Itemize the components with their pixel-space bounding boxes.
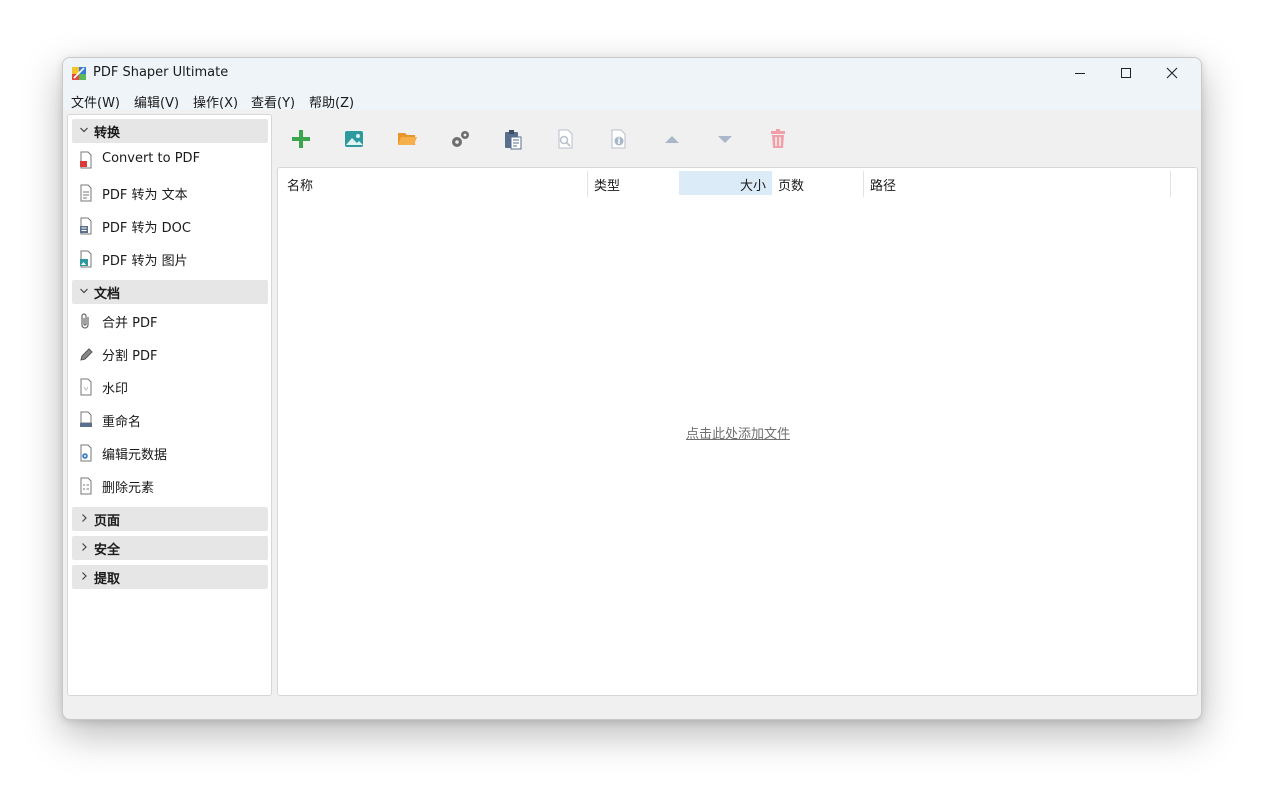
column-header-path[interactable]: 路径 [870,171,1170,195]
move-up-button[interactable] [659,126,685,152]
group-header-convert[interactable]: 转换 [72,119,268,143]
group-label: 提取 [94,572,121,587]
column-separator[interactable] [1170,171,1171,197]
maximize-icon [1121,68,1131,78]
add-icon [292,130,310,148]
app-window: PDF Shaper Ultimate 文件(W) 编辑(V) 操作(X) 查看… [62,57,1202,720]
group-header-security[interactable]: 安全 [72,536,268,560]
menu-actions[interactable]: 操作(X) [193,92,238,111]
group-label: 页面 [94,514,121,529]
preview-button[interactable] [553,126,579,152]
window-title: PDF Shaper Ultimate [93,65,229,80]
app-logo-icon [72,67,86,80]
watermark-file-icon [80,378,92,396]
open-folder-button[interactable] [394,126,420,152]
paperclip-icon [81,313,89,329]
move-down-button[interactable] [712,126,738,152]
minimize-icon [1075,73,1085,74]
sidebar-item-label: 分割 PDF [102,349,158,364]
chevron-right-icon [82,514,87,522]
add-image-icon [345,131,363,147]
close-icon [1166,67,1178,79]
group-header-document[interactable]: 文档 [72,280,268,304]
sidebar-item-convert-to-pdf[interactable]: Convert to PDF [76,147,266,173]
sidebar-item-label: 水印 [102,382,129,397]
sidebar-item-label: 合并 PDF [102,316,158,331]
sidebar-item-label: PDF 转为 DOC [102,221,191,236]
add-file-button[interactable] [288,126,314,152]
chevron-down-icon [80,288,88,294]
settings-gears-icon [452,131,469,147]
rename-file-icon [80,411,92,427]
text-file-icon [80,184,92,202]
close-button[interactable] [1149,58,1195,88]
group-label: 安全 [94,543,121,558]
sidebar-item-split-pdf[interactable]: 分割 PDF [76,341,266,367]
sidebar-item-label: PDF 转为 图片 [102,254,188,269]
sidebar-item-pdf-to-doc[interactable]: PDF 转为 DOC [76,213,266,239]
toolbar [276,114,1198,164]
add-image-button[interactable] [341,126,367,152]
sidebar: 转换 Convert to PDF PDF 转为 文本 PDF 转为 DOC P… [67,114,272,696]
doc-file-icon [80,217,92,235]
add-files-link[interactable]: 点击此处添加文件 [686,427,790,442]
image-file-icon [80,250,92,268]
chevron-right-icon [82,543,87,551]
preview-icon [558,129,573,149]
sidebar-item-rename[interactable]: 重命名 [76,407,266,433]
column-header-name[interactable]: 名称 [287,171,587,195]
sidebar-item-merge-pdf[interactable]: 合并 PDF [76,308,266,334]
sidebar-item-label: 编辑元数据 [102,448,168,463]
clipboard-icon [505,130,522,150]
file-list[interactable]: 名称 类型 大小 页数 路径 点击此处添加文件 [277,167,1198,696]
chevron-down-icon [80,127,88,133]
menu-edit[interactable]: 编辑(V) [134,92,179,111]
column-header-type[interactable]: 类型 [594,171,678,195]
move-down-icon [718,136,732,143]
title-bar[interactable]: PDF Shaper Ultimate [63,58,1201,88]
metadata-gear-icon [80,444,92,462]
delete-icon [771,129,785,148]
sidebar-item-watermark[interactable]: 水印 [76,374,266,400]
info-button[interactable] [606,126,632,152]
menu-help[interactable]: 帮助(Z) [309,92,354,111]
open-folder-icon [398,133,417,145]
menu-view[interactable]: 查看(Y) [251,92,295,111]
menu-bar: 文件(W) 编辑(V) 操作(X) 查看(Y) 帮助(Z) [63,88,1201,111]
delete-button[interactable] [765,126,791,152]
chevron-right-icon [82,572,87,580]
add-files-placeholder: 点击此处添加文件 [278,423,1198,442]
sidebar-item-label: 重命名 [102,415,142,430]
sidebar-item-label: Convert to PDF [102,151,201,166]
sidebar-item-edit-metadata[interactable]: 编辑元数据 [76,440,266,466]
maximize-button[interactable] [1103,58,1149,88]
pdf-file-icon [80,151,92,169]
sidebar-item-label: 删除元素 [102,481,155,496]
column-separator[interactable] [587,171,588,197]
move-up-icon [665,136,679,143]
sidebar-item-pdf-to-text[interactable]: PDF 转为 文本 [76,180,266,206]
column-header-pages[interactable]: 页数 [778,171,862,195]
menu-file[interactable]: 文件(W) [71,92,120,111]
group-label: 转换 [94,126,121,141]
column-header-size[interactable]: 大小 [679,171,772,195]
group-label: 文档 [94,287,121,302]
group-header-pages[interactable]: 页面 [72,507,268,531]
group-header-extract[interactable]: 提取 [72,565,268,589]
sidebar-item-label: PDF 转为 文本 [102,188,188,203]
info-icon [611,129,626,149]
sidebar-item-pdf-to-image[interactable]: PDF 转为 图片 [76,246,266,272]
pencil-icon [80,348,93,361]
remove-elements-icon [80,477,92,495]
column-separator[interactable] [863,171,864,197]
clipboard-button[interactable] [500,126,526,152]
minimize-button[interactable] [1057,58,1103,88]
settings-button[interactable] [447,126,473,152]
sidebar-item-remove-elements[interactable]: 删除元素 [76,473,266,499]
